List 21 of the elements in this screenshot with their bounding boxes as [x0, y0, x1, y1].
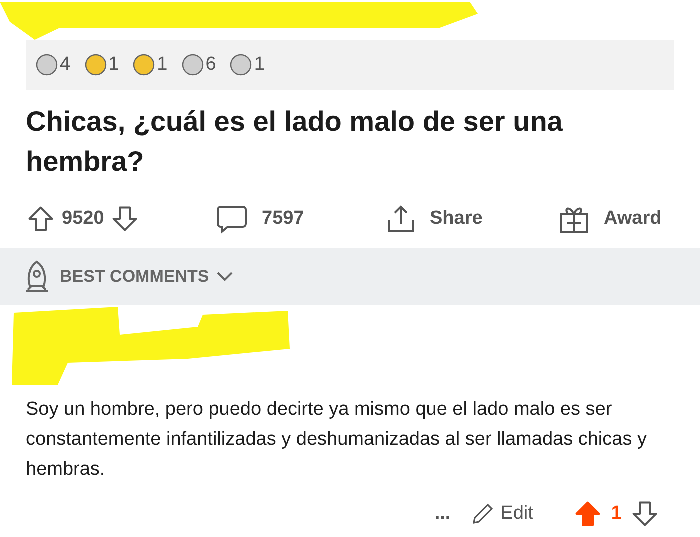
share-icon: [386, 204, 416, 234]
downvote-icon[interactable]: [630, 499, 660, 529]
award-button[interactable]: Award: [558, 204, 662, 234]
award-count: 4: [60, 52, 71, 77]
comments-button[interactable]: 7597: [216, 204, 386, 234]
sort-dropdown[interactable]: BEST COMMENTS: [60, 264, 234, 290]
vote-count: 9520: [62, 206, 104, 231]
edit-button[interactable]: Edit: [470, 500, 534, 528]
pencil-icon: [470, 502, 495, 526]
chevron-down-icon: [217, 272, 234, 282]
award-count: 6: [206, 52, 216, 77]
share-button[interactable]: Share: [386, 204, 558, 234]
upvote-icon[interactable]: [26, 204, 56, 234]
more-button[interactable]: ...: [434, 500, 451, 528]
comment-icon: [216, 204, 248, 234]
comment-text: Soy un hombre, pero puedo decirte ya mismo que el lado malo es ser constantemente infantilizadas y deshumanizadas al ser llamadas chicas y hembras.: [26, 398, 648, 482]
award-count: 1: [254, 52, 265, 77]
award-count: 1: [108, 52, 120, 77]
vote-count: 1: [611, 502, 622, 526]
award-count: 1: [157, 52, 168, 77]
post-title: Chicas, ¿cuál es el lado malo de ser una hembra?: [26, 105, 564, 179]
